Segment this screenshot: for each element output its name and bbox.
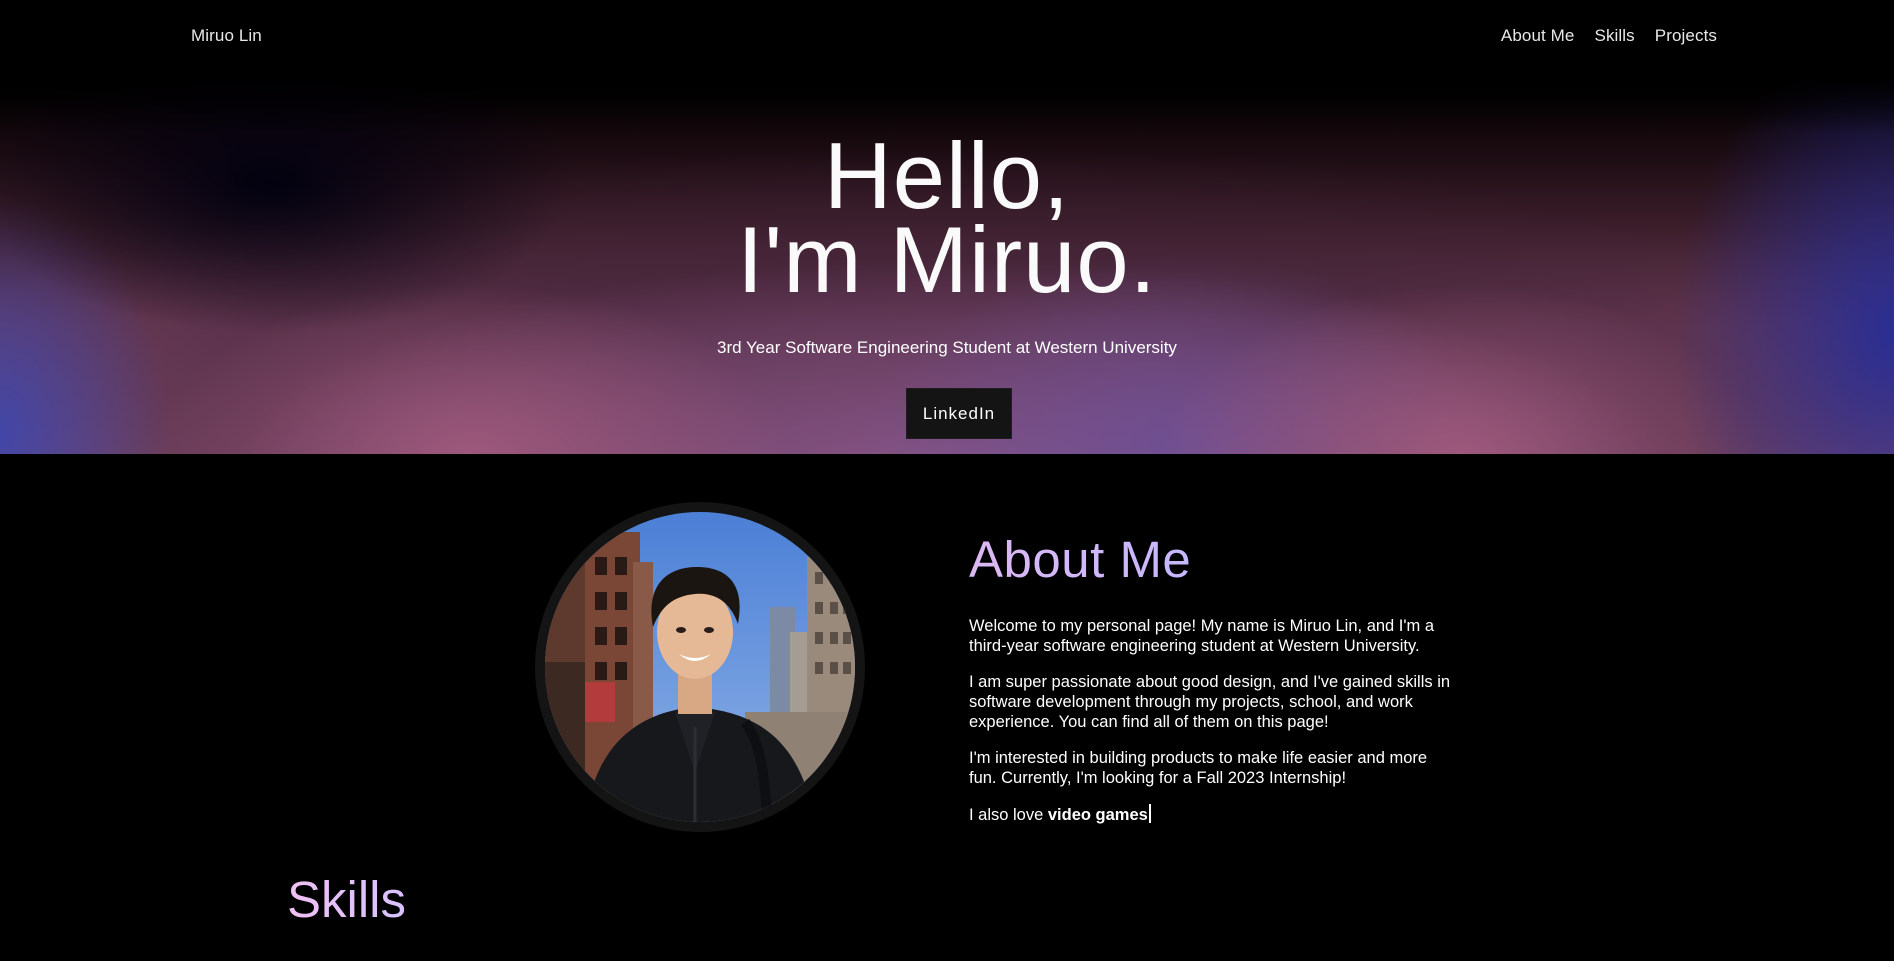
- avatar-frame: [535, 502, 865, 832]
- love-prefix: I also love: [969, 806, 1048, 824]
- about-paragraph-2: I am super passionate about good design,…: [969, 673, 1451, 731]
- brand-link[interactable]: Miruo Lin: [191, 26, 262, 46]
- nav-link-projects[interactable]: Projects: [1655, 26, 1717, 46]
- profile-photo: [545, 512, 855, 822]
- about-section: About Me Welcome to my personal page! My…: [0, 454, 1894, 961]
- nav-link-about-me[interactable]: About Me: [1501, 26, 1575, 46]
- profile-photo-illustration: [545, 512, 855, 822]
- about-paragraph-3: I'm interested in building products to m…: [969, 749, 1428, 787]
- hero-title-line2: I'm Miruo.: [737, 207, 1157, 312]
- about-paragraph-1: Welcome to my personal page! My name is …: [969, 617, 1435, 655]
- linkedin-button[interactable]: LinkedIn: [906, 388, 1012, 439]
- typed-favorite-text: video games: [1047, 806, 1148, 824]
- about-title: About Me: [969, 531, 1192, 588]
- skills-title: Skills: [287, 871, 407, 928]
- nav-links: About Me Skills Projects: [1501, 26, 1717, 46]
- about-body: Welcome to my personal page! My name is …: [969, 616, 1459, 841]
- nav-link-skills[interactable]: Skills: [1595, 26, 1635, 46]
- navbar: Miruo Lin About Me Skills Projects: [0, 0, 1894, 74]
- hero-title: Hello, I'm Miruo.: [0, 123, 1894, 312]
- hero-subtitle: 3rd Year Software Engineering Student at…: [717, 338, 1177, 357]
- text-cursor: [1148, 804, 1151, 823]
- about-paragraph-4: I also love video games: [969, 804, 1459, 825]
- hero-title-line1: Hello,: [823, 123, 1071, 228]
- hero-section: Hello, I'm Miruo. 3rd Year Software Engi…: [0, 74, 1894, 454]
- page: Miruo Lin About Me Skills Projects Hello…: [0, 0, 1894, 961]
